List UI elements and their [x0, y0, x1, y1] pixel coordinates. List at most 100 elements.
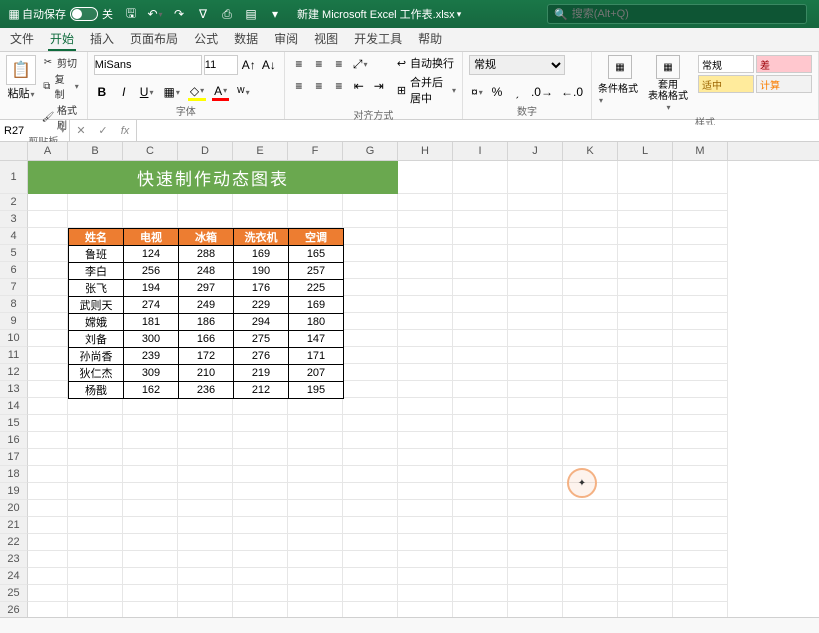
- cell[interactable]: [453, 296, 508, 313]
- cell[interactable]: [673, 398, 728, 415]
- cell[interactable]: [563, 313, 618, 330]
- cell[interactable]: [68, 568, 123, 585]
- cell[interactable]: [563, 449, 618, 466]
- cell[interactable]: [673, 517, 728, 534]
- cell[interactable]: [673, 262, 728, 279]
- table-cell[interactable]: 124: [124, 246, 179, 263]
- decrease-decimal-icon[interactable]: ←.0: [559, 83, 585, 101]
- table-cell[interactable]: 219: [234, 365, 289, 382]
- cell[interactable]: [453, 415, 508, 432]
- col-header-J[interactable]: J: [508, 142, 563, 160]
- cell[interactable]: [563, 602, 618, 617]
- table-cell[interactable]: 190: [234, 263, 289, 280]
- cell[interactable]: [123, 466, 178, 483]
- cell[interactable]: [123, 194, 178, 211]
- cell[interactable]: [288, 449, 343, 466]
- cell[interactable]: [453, 534, 508, 551]
- cell[interactable]: [68, 483, 123, 500]
- tab-帮助[interactable]: 帮助: [416, 27, 444, 51]
- font-name-select[interactable]: [94, 55, 202, 75]
- cell[interactable]: [508, 228, 563, 245]
- cell[interactable]: [453, 585, 508, 602]
- cell[interactable]: [28, 194, 68, 211]
- cell[interactable]: [563, 466, 618, 483]
- row-header-23[interactable]: 23: [0, 551, 28, 568]
- cell[interactable]: [28, 381, 68, 398]
- name-box-input[interactable]: [4, 125, 48, 137]
- cell[interactable]: [563, 483, 618, 500]
- cell[interactable]: [398, 602, 453, 617]
- underline-button[interactable]: U: [138, 83, 156, 101]
- table-header[interactable]: 电视: [124, 229, 179, 246]
- cell[interactable]: [508, 398, 563, 415]
- row-header-17[interactable]: 17: [0, 449, 28, 466]
- cell[interactable]: [398, 466, 453, 483]
- cell[interactable]: [508, 364, 563, 381]
- cell[interactable]: [28, 551, 68, 568]
- style-normal[interactable]: 常规: [698, 55, 754, 73]
- chevron-down-icon[interactable]: ▾: [60, 125, 65, 136]
- cell[interactable]: [343, 228, 398, 245]
- row-header-5[interactable]: 5: [0, 245, 28, 262]
- cell[interactable]: [178, 585, 233, 602]
- cell[interactable]: [563, 432, 618, 449]
- cell[interactable]: [673, 313, 728, 330]
- cancel-icon[interactable]: ✕: [70, 124, 92, 137]
- cell[interactable]: [233, 534, 288, 551]
- col-header-E[interactable]: E: [233, 142, 288, 160]
- decrease-font-icon[interactable]: A↓: [260, 56, 278, 74]
- cell[interactable]: [398, 551, 453, 568]
- cell[interactable]: [508, 568, 563, 585]
- orientation-icon[interactable]: ⤢: [351, 55, 370, 73]
- table-cell[interactable]: 鲁班: [69, 246, 124, 263]
- cell[interactable]: [28, 500, 68, 517]
- table-cell[interactable]: 236: [179, 382, 234, 399]
- cell[interactable]: [618, 449, 673, 466]
- cell[interactable]: [28, 211, 68, 228]
- cell[interactable]: [673, 534, 728, 551]
- tab-页面布局[interactable]: 页面布局: [128, 27, 180, 51]
- align-top-icon[interactable]: ≡: [291, 55, 307, 73]
- cell[interactable]: [343, 415, 398, 432]
- row-header-11[interactable]: 11: [0, 347, 28, 364]
- table-cell[interactable]: 孙尚香: [69, 348, 124, 365]
- cell[interactable]: [398, 517, 453, 534]
- cell[interactable]: [673, 279, 728, 296]
- cell[interactable]: [178, 211, 233, 228]
- row-header-16[interactable]: 16: [0, 432, 28, 449]
- cell[interactable]: [288, 466, 343, 483]
- fill-color-button[interactable]: ◇: [188, 83, 206, 101]
- cell[interactable]: [343, 211, 398, 228]
- table-cell[interactable]: 166: [179, 331, 234, 348]
- indent-inc-icon[interactable]: ⇥: [371, 77, 387, 95]
- table-cell[interactable]: 300: [124, 331, 179, 348]
- cell[interactable]: [68, 211, 123, 228]
- row-header-19[interactable]: 19: [0, 483, 28, 500]
- cell[interactable]: [233, 449, 288, 466]
- cell[interactable]: [673, 245, 728, 262]
- cell[interactable]: [563, 500, 618, 517]
- cell[interactable]: [453, 194, 508, 211]
- cell[interactable]: [508, 245, 563, 262]
- indent-dec-icon[interactable]: ⇤: [351, 77, 367, 95]
- cell[interactable]: [508, 602, 563, 617]
- cell[interactable]: [618, 262, 673, 279]
- cell[interactable]: [123, 415, 178, 432]
- formula-bar[interactable]: [137, 125, 819, 137]
- cell[interactable]: [563, 398, 618, 415]
- table-cell[interactable]: 257: [289, 263, 344, 280]
- autosave-toggle[interactable]: 自动保存 关: [22, 6, 113, 22]
- cell[interactable]: [673, 483, 728, 500]
- cell[interactable]: [123, 483, 178, 500]
- cell[interactable]: [508, 534, 563, 551]
- cell[interactable]: [343, 483, 398, 500]
- cell[interactable]: [508, 551, 563, 568]
- cell[interactable]: [618, 211, 673, 228]
- col-header-A[interactable]: A: [28, 142, 68, 160]
- cell[interactable]: [453, 330, 508, 347]
- cell[interactable]: [453, 347, 508, 364]
- cell[interactable]: [178, 415, 233, 432]
- cell[interactable]: [398, 364, 453, 381]
- col-header-H[interactable]: H: [398, 142, 453, 160]
- row-header-12[interactable]: 12: [0, 364, 28, 381]
